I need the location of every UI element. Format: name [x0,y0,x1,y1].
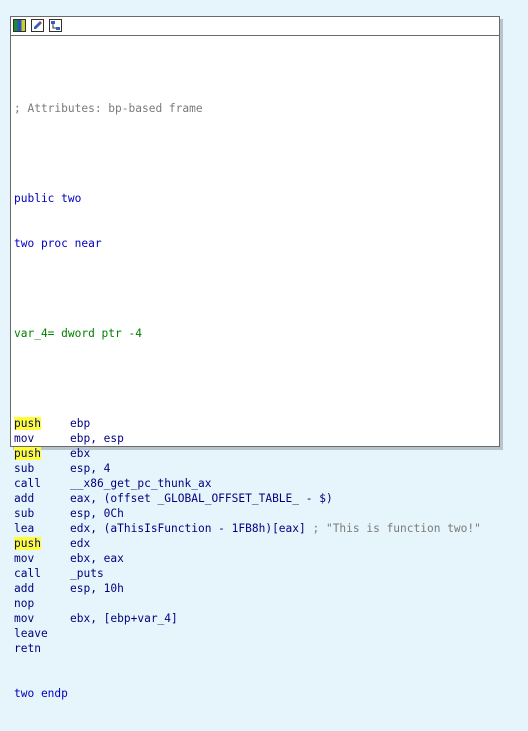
edit-node-icon[interactable] [31,19,44,32]
instruction-line[interactable]: call __x86_get_pc_thunk_ax [14,476,481,491]
instruction-line[interactable]: call _puts [14,566,481,581]
code-listing: ; Attributes: bp-based frame public two … [14,71,481,731]
disassembly-graph-node[interactable]: ; Attributes: bp-based frame public two … [10,16,500,700]
instruction-mnemonic[interactable]: call [14,567,41,580]
instruction-operands[interactable]: edx [70,537,90,550]
instruction-line[interactable]: sub esp, 4 [14,461,481,476]
instruction-operands[interactable]: _puts [70,567,104,580]
instruction-line[interactable]: add esp, 10h [14,581,481,596]
instruction-operands[interactable]: esp, 4 [70,462,110,475]
instruction-mnemonic[interactable]: mov [14,432,34,445]
local-variable[interactable]: var_4= dword ptr -4 [14,326,481,341]
instruction-mnemonic[interactable]: call [14,477,41,490]
instruction-operands[interactable]: ebx [70,447,90,460]
graph-view-icon[interactable] [49,19,62,32]
instruction-mnemonic[interactable]: add [14,582,34,595]
instruction-operands[interactable]: esp, 0Ch [70,507,124,520]
instruction-operands[interactable]: ebp, esp [70,432,124,445]
node-color-icon[interactable] [13,19,26,32]
instruction-mnemonic[interactable]: push [14,447,41,460]
instruction-mnemonic[interactable]: sub [14,507,34,520]
instruction-list: push ebp mov ebp, esp push ebx sub esp, 4 call __… [14,416,481,656]
instruction-mnemonic[interactable]: mov [14,612,34,625]
instruction-operands[interactable]: eax, (offset _GLOBAL_OFFSET_TABLE_ - $) [70,492,333,505]
instruction-line[interactable]: lea edx, (aThisIsFunction - 1FB8h)[eax] ;… [14,521,481,536]
instruction-mnemonic[interactable]: retn [14,642,41,655]
instruction-line[interactable]: mov ebp, esp [14,431,481,446]
instruction-line[interactable]: push ebp [14,416,481,431]
instruction-operands[interactable]: esp, 10h [70,582,124,595]
proc-end[interactable]: two endp [14,686,481,701]
instruction-line[interactable]: nop [14,596,481,611]
instruction-line[interactable]: add eax, (offset _GLOBAL_OFFSET_TABLE_ - … [14,491,481,506]
attributes-comment: ; Attributes: bp-based frame [14,102,203,115]
node-title-bar[interactable] [11,17,499,36]
instruction-mnemonic[interactable]: push [14,537,41,550]
instruction-mnemonic[interactable]: leave [14,627,48,640]
instruction-mnemonic[interactable]: mov [14,552,34,565]
instruction-mnemonic[interactable]: lea [14,522,34,535]
instruction-mnemonic[interactable]: push [14,417,41,430]
instruction-line[interactable]: push ebx [14,446,481,461]
proc-declaration[interactable]: two proc near [14,236,481,251]
instruction-line[interactable]: leave [14,626,481,641]
instruction-operands[interactable]: edx, (aThisIsFunction - 1FB8h)[eax] [70,522,306,535]
instruction-line[interactable]: sub esp, 0Ch [14,506,481,521]
instruction-line[interactable]: mov ebx, [ebp+var_4] [14,611,481,626]
instruction-operands[interactable]: ebx, eax [70,552,124,565]
instruction-line[interactable]: mov ebx, eax [14,551,481,566]
instruction-line[interactable]: retn [14,641,481,656]
public-declaration[interactable]: public two [14,191,481,206]
instruction-line[interactable]: push edx [14,536,481,551]
instruction-mnemonic[interactable]: add [14,492,34,505]
instruction-mnemonic[interactable]: sub [14,462,34,475]
string-comment: ; "This is function two!" [305,522,481,535]
instruction-operands[interactable]: ebx, [ebp+var_4] [70,612,178,625]
instruction-operands[interactable]: ebp [70,417,90,430]
instruction-mnemonic[interactable]: nop [14,597,34,610]
instruction-operands[interactable]: __x86_get_pc_thunk_ax [70,477,211,490]
